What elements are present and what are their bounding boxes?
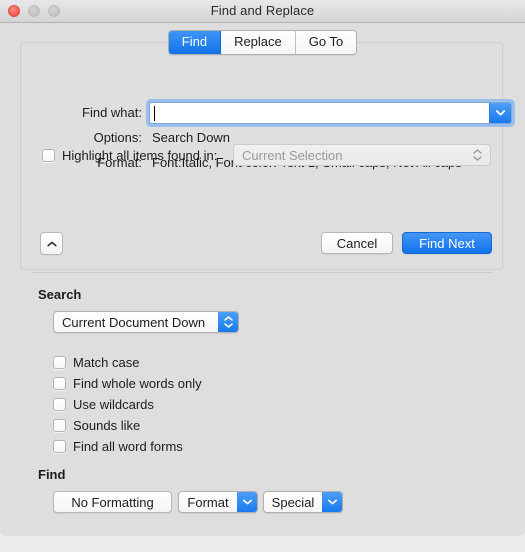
chevron-up-icon: [46, 241, 57, 247]
find-options-panel: Find what: Options: Search Down Format: …: [20, 42, 515, 270]
text-caret: [154, 106, 155, 121]
highlight-all-label: Highlight all items found in:: [62, 148, 218, 163]
find-and-replace-window: Find and Replace Find Replace Go To Find…: [0, 0, 525, 536]
find-next-button-label: Find Next: [419, 235, 475, 251]
search-section-title: Search: [38, 287, 82, 302]
tab-go-to[interactable]: Go To: [295, 31, 357, 54]
option-find-whole-words-only[interactable]: Find whole words only: [53, 373, 202, 393]
format-button-label: Format: [187, 494, 229, 510]
find-next-button[interactable]: Find Next: [402, 232, 492, 254]
option-sounds-like[interactable]: Sounds like: [53, 415, 202, 435]
options-label: Options:: [93, 130, 142, 145]
cancel-button[interactable]: Cancel: [321, 232, 393, 254]
sounds-like-checkbox[interactable]: [53, 418, 66, 432]
search-direction-value: Current Document Down: [62, 314, 206, 330]
collapse-disclosure-button[interactable]: [40, 232, 63, 255]
find-what-field-box[interactable]: [149, 102, 512, 124]
highlight-all-row[interactable]: Highlight all items found in:: [42, 148, 217, 163]
no-formatting-button[interactable]: No Formatting: [53, 491, 172, 513]
tab-find[interactable]: Find: [168, 31, 222, 54]
find-what-label: Find what:: [82, 105, 142, 120]
search-options-list: Match case Find whole words only Use wil…: [53, 352, 202, 457]
window-title: Find and Replace: [210, 3, 315, 18]
cancel-button-label: Cancel: [336, 235, 378, 251]
chevron-down-icon[interactable]: [489, 103, 511, 123]
option-label: Use wildcards: [73, 396, 154, 412]
search-direction-popup[interactable]: Current Document Down: [53, 311, 239, 333]
chevron-up-down-icon: [218, 312, 238, 332]
highlight-scope-popup[interactable]: Current Selection: [233, 144, 491, 166]
tab-bar: Find Replace Go To: [0, 30, 525, 55]
option-label: Find all word forms: [73, 438, 183, 454]
chevron-up-down-icon: [468, 149, 486, 161]
option-label: Sounds like: [73, 417, 141, 433]
option-use-wildcards[interactable]: Use wildcards: [53, 394, 202, 414]
special-button-label: Special: [271, 494, 315, 510]
special-pulldown-button[interactable]: Special: [263, 491, 343, 513]
highlight-all-checkbox[interactable]: [42, 149, 55, 162]
find-section-title: Find: [38, 467, 66, 482]
window-titlebar: Find and Replace: [0, 0, 525, 23]
options-value: Search Down: [152, 130, 231, 145]
tab-replace[interactable]: Replace: [221, 31, 296, 54]
option-find-all-word-forms[interactable]: Find all word forms: [53, 436, 202, 456]
no-formatting-button-label: No Formatting: [71, 494, 154, 510]
option-match-case[interactable]: Match case: [53, 352, 202, 372]
chevron-down-icon: [237, 492, 257, 512]
chevron-down-icon: [322, 492, 342, 512]
section-divider: [32, 272, 492, 273]
find-what-input[interactable]: [150, 103, 334, 123]
match-case-checkbox[interactable]: [53, 355, 66, 369]
option-label: Find whole words only: [73, 375, 202, 391]
find-all-word-forms-checkbox[interactable]: [53, 439, 66, 453]
find-what-combobox[interactable]: [146, 99, 515, 127]
option-label: Match case: [73, 354, 140, 370]
find-whole-words-only-checkbox[interactable]: [53, 376, 66, 390]
highlight-scope-value: Current Selection: [242, 147, 343, 163]
tab-group: Find Replace Go To: [167, 30, 358, 55]
use-wildcards-checkbox[interactable]: [53, 397, 66, 411]
format-pulldown-button[interactable]: Format: [178, 491, 258, 513]
